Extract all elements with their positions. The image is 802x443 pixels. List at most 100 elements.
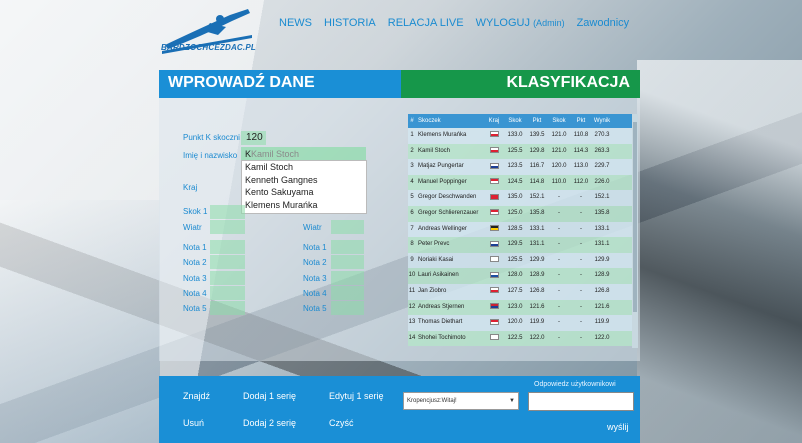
country-flag-icon xyxy=(489,193,499,200)
table-cell: 226.0 xyxy=(594,178,610,185)
table-cell: - xyxy=(580,303,582,310)
table-cell: 6 xyxy=(410,209,414,216)
answer-input[interactable] xyxy=(528,392,634,411)
edytuj-1-serie-button[interactable]: Edytuj 1 serię xyxy=(329,391,384,401)
table-row[interactable]: 5 Gregor Deschwanden 135.0 152.1 - - 152.1 xyxy=(408,190,634,206)
table-cell: 121.0 xyxy=(551,147,567,154)
table-scrollbar[interactable] xyxy=(632,114,638,348)
punkt-k-input[interactable]: 120 xyxy=(241,131,266,145)
table-cell: Noriaki Kasai xyxy=(418,256,454,263)
nota4-input[interactable] xyxy=(210,286,245,300)
country-flag-icon xyxy=(489,209,499,216)
skok1-input[interactable] xyxy=(210,205,245,219)
table-row[interactable]: 2 Kamil Stoch 125.5 129.8 121.0 114.3 263.3 xyxy=(408,143,634,160)
nav-historia[interactable]: HISTORIA xyxy=(324,17,376,29)
nota5-input[interactable] xyxy=(210,301,245,315)
table-cell: 229.7 xyxy=(594,163,610,170)
suggestion-item[interactable]: Kenneth Gangnes xyxy=(242,174,366,187)
table-cell: 125.5 xyxy=(507,147,523,154)
table-cell: Jan Ziobro xyxy=(418,287,447,294)
table-row[interactable]: 13 Thomas Diethart 120.0 119.9 - - 119.9 xyxy=(408,315,634,331)
table-cell: 128.9 xyxy=(594,272,610,279)
send-button[interactable]: wyślij xyxy=(607,422,629,432)
table-row[interactable]: 8 Peter Prevc 129.5 131.1 - - 131.1 xyxy=(408,237,634,253)
table-row[interactable]: 4 Manuel Poppinger 124.5 114.8 110.0 112.0 226… xyxy=(408,174,634,191)
table-cell: - xyxy=(558,319,560,326)
table-cell: 123.0 xyxy=(507,303,523,310)
nav-relacja-live[interactable]: RELACJA LIVE xyxy=(388,17,464,29)
nav-zawodnicy[interactable]: Zawodnicy xyxy=(577,17,630,29)
nota5-2-input[interactable] xyxy=(331,301,364,315)
country-flag-icon xyxy=(489,256,499,263)
nota1-2-input[interactable] xyxy=(331,240,364,254)
nota2-2-input[interactable] xyxy=(331,255,364,269)
suggestion-item[interactable]: Klemens Murańka xyxy=(242,199,366,212)
table-cell: 12 xyxy=(408,303,416,310)
nota4-label: Nota 4 xyxy=(183,289,207,298)
table-cell: - xyxy=(580,241,582,248)
dodaj-1-serie-button[interactable]: Dodaj 1 serię xyxy=(243,391,296,401)
table-cell: 120.0 xyxy=(507,319,523,326)
nota1-label: Nota 1 xyxy=(183,243,207,252)
background-right xyxy=(637,60,802,443)
table-cell: 139.5 xyxy=(529,132,545,138)
name-input[interactable]: KKamil Stoch xyxy=(241,147,366,161)
nota4-2-input[interactable] xyxy=(331,286,364,300)
table-cell: 133.1 xyxy=(594,225,610,232)
scrollbar-thumb[interactable] xyxy=(633,122,637,312)
logo-text[interactable]: BARDZOCHCEZDAC.PL xyxy=(161,43,256,52)
table-cell: Manuel Poppinger xyxy=(418,178,467,185)
table-cell: 126.8 xyxy=(594,287,610,294)
table-row[interactable]: 10 Lauri Asikainen 128.0 128.9 - - 128.9 xyxy=(408,268,634,284)
table-cell: - xyxy=(580,209,582,216)
table-cell: 7 xyxy=(410,225,414,232)
table-row[interactable]: 9 Noriaki Kasai 125.5 129.9 - - 129.9 xyxy=(408,252,634,269)
nota5-2-label: Nota 5 xyxy=(303,304,327,313)
table-cell: 10 xyxy=(408,272,416,279)
message-select-value: Kropencjusz:Witaj! xyxy=(407,398,457,404)
table-cell: 112.0 xyxy=(573,178,589,185)
table-row[interactable]: 11 Jan Ziobro 127.5 126.8 - - 126.8 xyxy=(408,283,634,300)
table-cell: 116.7 xyxy=(529,163,545,170)
usun-button[interactable]: Usuń xyxy=(183,418,204,428)
nota3-input[interactable] xyxy=(210,271,245,285)
col-header: Kraj xyxy=(488,118,500,124)
table-row[interactable]: 12 Andreas Stjernen 123.0 121.6 - - 121.6 xyxy=(408,299,634,316)
table-row[interactable]: 1 Klemens Murańka 133.0 139.5 121.0 110.8 270.… xyxy=(408,128,634,144)
nota1-input[interactable] xyxy=(210,240,245,254)
wiatr2-input[interactable] xyxy=(331,220,364,234)
nota3-2-input[interactable] xyxy=(331,271,364,285)
table-cell: 121.6 xyxy=(529,303,545,310)
nota2-input[interactable] xyxy=(210,255,245,269)
table-cell: 128.0 xyxy=(507,272,523,279)
country-flag-icon xyxy=(489,318,499,325)
nota1-2-label: Nota 1 xyxy=(303,243,327,252)
table-cell: Thomas Diethart xyxy=(418,319,463,326)
table-row[interactable]: 7 Andreas Wellinger 128.5 133.1 - - 133.1 xyxy=(408,221,634,238)
table-cell: 120.0 xyxy=(551,163,567,170)
wiatr1-input[interactable] xyxy=(210,220,245,234)
table-cell: 129.5 xyxy=(507,241,523,248)
table-row[interactable]: 14 Shohei Tochimoto 122.5 122.0 - - 122.0 xyxy=(408,330,634,347)
table-cell: 114.8 xyxy=(529,178,545,185)
table-cell: - xyxy=(558,272,560,279)
nav-wyloguj-label: WYLOGUJ xyxy=(475,17,530,29)
message-select[interactable]: Kropencjusz:Witaj! ▼ xyxy=(403,392,519,410)
nav-news[interactable]: NEWS xyxy=(279,17,312,29)
table-cell: 135.8 xyxy=(594,209,610,216)
dodaj-2-serie-button[interactable]: Dodaj 2 serię xyxy=(243,418,296,428)
table-cell: 8 xyxy=(410,241,414,248)
col-header: Skok xyxy=(508,118,522,124)
col-header: Pkt xyxy=(576,118,586,124)
table-cell: 13 xyxy=(408,319,416,326)
suggestion-item[interactable]: Kamil Stoch xyxy=(242,161,366,174)
suggestion-item[interactable]: Kento Sakuyama xyxy=(242,186,366,199)
znajdz-button[interactable]: Znajdź xyxy=(183,391,210,401)
czysc-button[interactable]: Czyść xyxy=(329,418,354,428)
nav-wyloguj[interactable]: WYLOGUJ (Admin) xyxy=(476,17,565,29)
table-row[interactable]: 3 Matjaz Pungertar 123.5 116.7 120.0 113.0 229… xyxy=(408,159,634,175)
table-cell: Andreas Wellinger xyxy=(418,225,467,232)
col-header: Skoczek xyxy=(418,118,441,124)
table-row[interactable]: 6 Gregor Schlierenzauer 125.0 135.8 - - 135.8 xyxy=(408,205,634,222)
country-flag-icon xyxy=(489,240,499,247)
